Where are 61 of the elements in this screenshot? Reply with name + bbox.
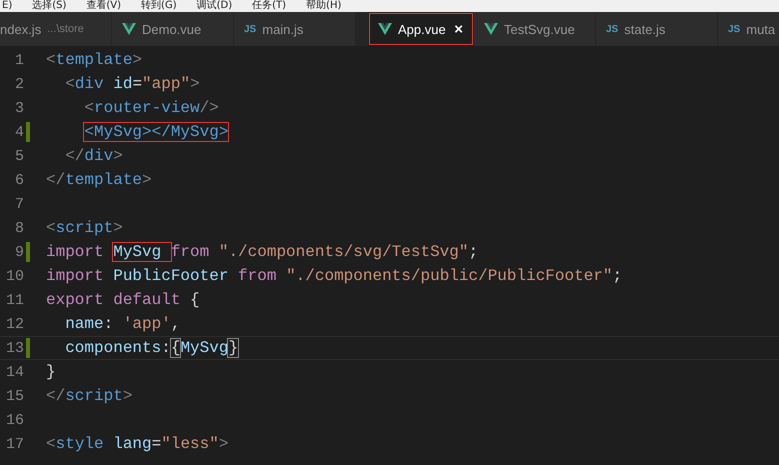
line-number: 12: [4, 316, 24, 332]
js-file-icon: JS: [606, 24, 618, 34]
line-number: 6: [14, 172, 24, 188]
line-number: 15: [4, 388, 24, 404]
line-number: 8: [14, 220, 24, 236]
editor-tab[interactable]: App.vue ×: [368, 12, 474, 46]
vue-logo-icon: [378, 23, 392, 35]
code-line: }: [46, 363, 56, 381]
line-number: 4: [14, 124, 24, 140]
tab-label: main.js: [262, 22, 304, 36]
code-line: <router-view/>: [83, 99, 219, 117]
js-file-icon: JS: [728, 24, 740, 34]
code-line: <template>: [46, 51, 142, 69]
code-line: </template>: [46, 171, 152, 189]
line-number: 2: [14, 76, 24, 92]
tab-label: ndex.js: [0, 22, 42, 36]
line-number: 14: [4, 364, 24, 380]
tab-label: Demo.vue: [142, 22, 202, 36]
vue-logo-icon: [122, 23, 136, 35]
editor-tab[interactable]: Demo.vue: [112, 12, 234, 46]
menu-item[interactable]: 任务(T): [252, 0, 286, 12]
code-line: <script>: [46, 219, 123, 237]
code-line: <style lang="less">: [46, 435, 228, 453]
editor-tab[interactable]: ndex.js ...\store: [0, 12, 112, 46]
menu-item[interactable]: 帮助(H): [306, 0, 342, 12]
menu-item[interactable]: 选择(S): [32, 0, 66, 12]
tab-path: ...\store: [47, 23, 84, 35]
line-number: 7: [14, 196, 24, 212]
editor-tab[interactable]: JS main.js: [234, 12, 356, 46]
code-line: <MySvg></MySvg>: [83, 123, 228, 141]
editor-tab[interactable]: JS state.js: [596, 12, 718, 46]
line-number: 9: [14, 244, 24, 260]
line-number: 1: [14, 52, 24, 68]
js-file-icon: JS: [244, 24, 256, 34]
close-icon[interactable]: ×: [454, 20, 463, 38]
code-line: import PublicFooter from "./components/public/PublicFooter";: [46, 267, 622, 285]
line-number: 11: [4, 292, 24, 308]
code-line: </div>: [64, 147, 123, 165]
tab-label: state.js: [624, 22, 666, 36]
editor-tab[interactable]: JS muta: [718, 12, 779, 46]
vue-logo-icon: [484, 23, 498, 35]
line-number: 5: [14, 148, 24, 164]
menu-item[interactable]: 调试(D): [196, 0, 232, 12]
code-line: components:{MySvg}: [64, 339, 238, 357]
line-number: 16: [4, 412, 24, 428]
line-number: 3: [14, 100, 24, 116]
tab-label: App.vue: [398, 22, 446, 36]
menu-item[interactable]: E): [2, 0, 12, 12]
editor-tab[interactable]: TestSvg.vue: [474, 12, 596, 46]
line-number: 10: [4, 268, 24, 284]
code-line: </script>: [46, 387, 132, 405]
code-line: export default {: [46, 291, 200, 309]
code-line: import MySvg from "./components/svg/TestSvg";: [46, 243, 478, 261]
code-line: name: 'app',: [64, 315, 180, 333]
code-line: <div id="app">: [64, 75, 200, 93]
menu-item[interactable]: 查看(V): [86, 0, 122, 12]
line-number: 17: [4, 436, 24, 452]
tab-label: muta: [746, 22, 776, 36]
menu-item[interactable]: 转到(G): [141, 0, 177, 12]
tab-label: TestSvg.vue: [504, 22, 575, 36]
line-number: 13: [4, 340, 24, 356]
